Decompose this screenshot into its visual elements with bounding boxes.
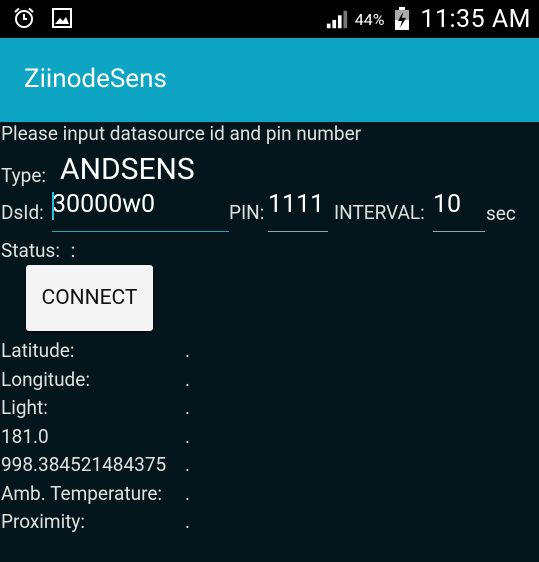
dsid-input[interactable]: 30000w0 [52,188,229,232]
app-title: ZiinodeSens [24,64,167,94]
main-content: Please input datasource id and pin numbe… [0,122,539,562]
reading-label: Proximity: [1,510,86,533]
reading-value: . [185,510,191,533]
pin-input[interactable]: 1111 [268,188,328,232]
battery-percent: 44% [354,9,385,29]
reading-label: Light: [1,396,48,419]
clock: 11:35 AM [420,4,531,34]
connect-button[interactable]: CONNECT [26,265,153,331]
pin-label: PIN: [229,201,265,224]
reading-value: . [185,368,191,391]
alarm-icon [12,6,36,30]
status-row: Status: : [1,239,75,262]
type-value: ANDSENS [60,152,195,187]
reading-label: 998.384521484375 [1,453,167,476]
status-bar-left [12,6,74,30]
reading-label: 181.0 [1,425,49,448]
gallery-icon [50,6,74,30]
interval-unit-label: sec [486,202,516,225]
dsid-label: DsId: [1,201,44,224]
interval-input[interactable]: 10 [433,188,485,232]
instruction-text: Please input datasource id and pin numbe… [1,122,362,145]
reading-value: . [185,396,191,419]
reading-label: Longitude: [1,368,90,391]
dsid-input-value: 30000w0 [52,190,156,219]
status-value: : [70,239,76,262]
reading-value: . [185,425,191,448]
reading-value: . [185,339,191,362]
reading-label: Latitude: [1,339,75,362]
battery-charging-icon [390,7,414,31]
signal-icon [325,7,349,31]
pin-input-value: 1111 [268,190,325,219]
status-bar-right: 44% 11:35 AM [325,4,531,34]
type-label: Type: [1,164,47,187]
status-bar: 44% 11:35 AM [0,0,539,38]
reading-value: . [185,453,191,476]
app-bar: ZiinodeSens [0,38,539,122]
status-label: Status: [1,239,60,262]
reading-label: Amb. Temperature: [1,482,163,505]
text-cursor [52,192,54,220]
interval-input-value: 10 [433,190,462,219]
reading-value: . [185,482,191,505]
interval-label: INTERVAL: [334,201,425,224]
